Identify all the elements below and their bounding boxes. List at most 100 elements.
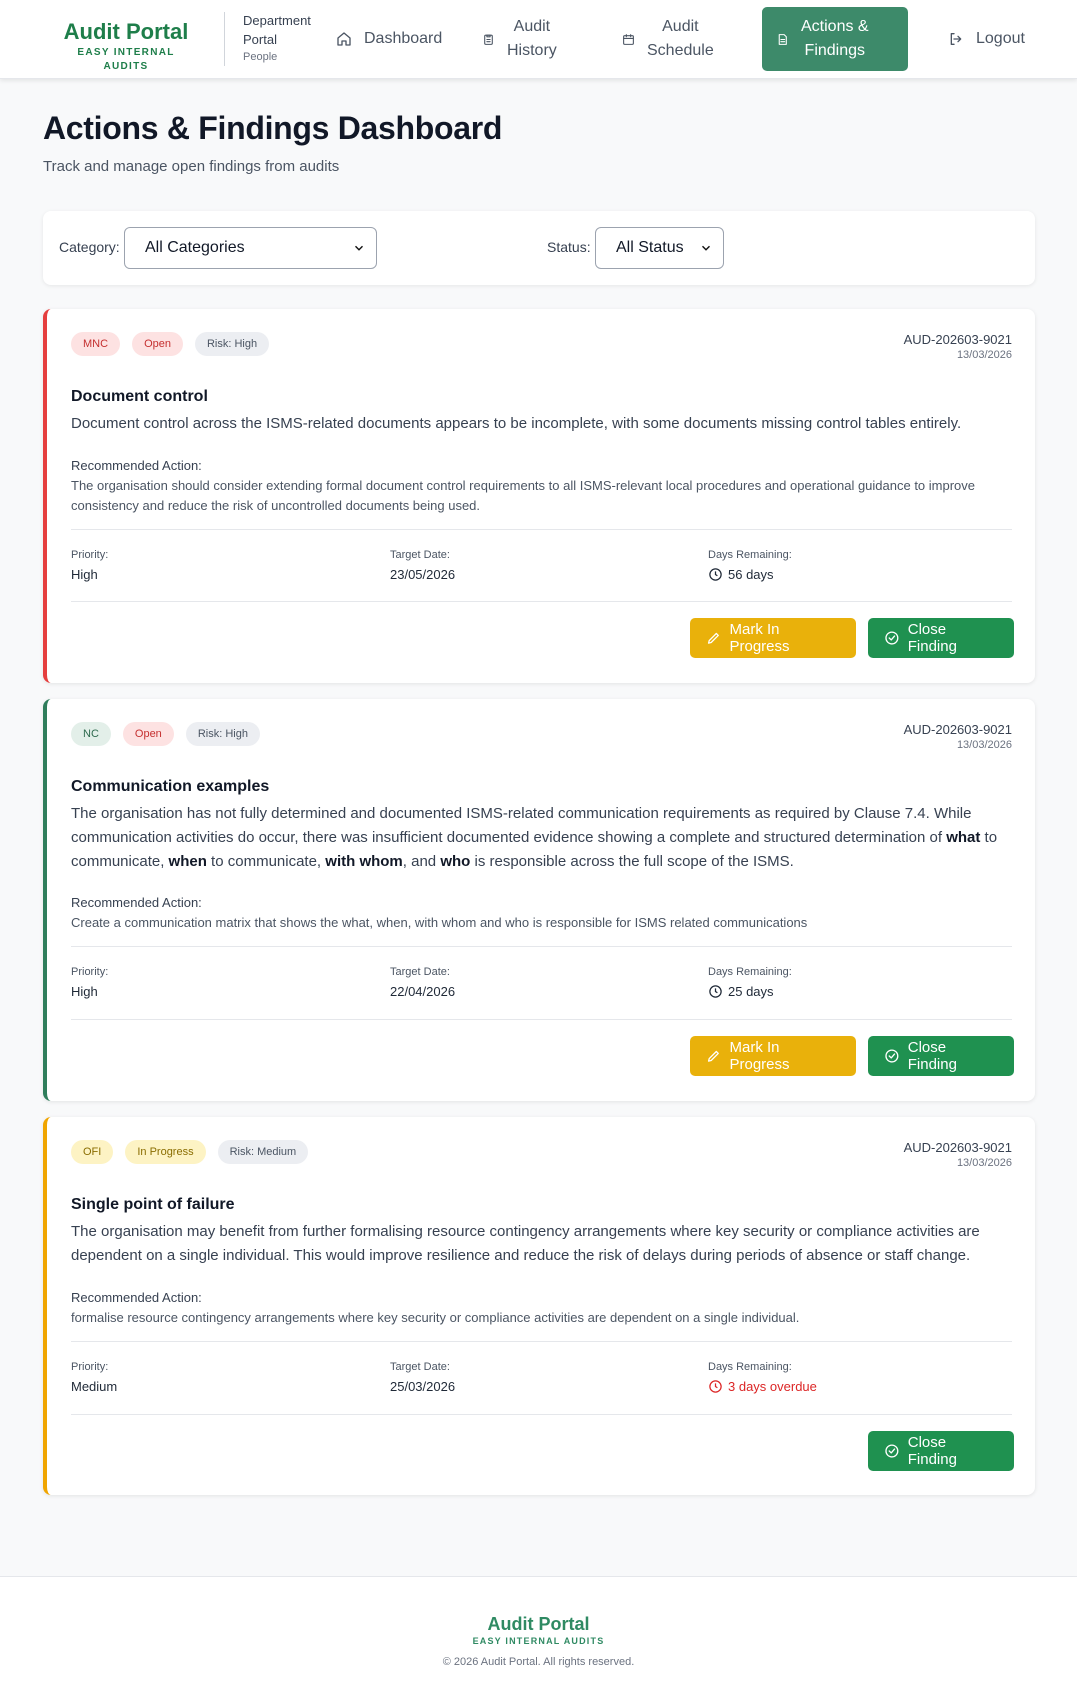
days-remaining-text: 3 days overdue: [728, 1379, 817, 1394]
check-circle-icon: [885, 1444, 899, 1458]
close-finding-button[interactable]: Close Finding: [868, 618, 1014, 658]
logout-icon: [950, 33, 962, 45]
recommended-action-label: Recommended Action:: [71, 458, 202, 473]
days-remaining-value: 56 days: [708, 567, 774, 582]
finding-badges: NC Open Risk: High: [71, 722, 260, 746]
days-remaining-label: Days Remaining:: [708, 966, 792, 978]
audit-date: 13/03/2026: [956, 349, 1012, 361]
finding-status-badge: Open: [122, 722, 174, 746]
target-date-value-text: 23/05/2026: [390, 567, 456, 582]
audit-id: AUD-202603-9021: [903, 332, 1012, 347]
category-select-value: All Categories: [145, 239, 245, 256]
check-circle-icon: [885, 1049, 899, 1063]
finding-type-badge: MNC: [71, 332, 121, 356]
home-icon: [337, 32, 351, 46]
audit-id: AUD-202603-9021: [903, 1140, 1012, 1155]
target-date-label: Target Date:: [390, 966, 450, 978]
audit-date: 13/03/2026: [956, 1157, 1012, 1169]
nav-audit-history[interactable]: Audit History: [482, 7, 557, 71]
nav-actions-findings-line-1: Actions &: [801, 18, 869, 35]
priority-value: High: [71, 567, 98, 582]
status-filter-label: Status:: [547, 239, 591, 255]
pencil-icon: [707, 632, 719, 644]
mark-in-progress-button[interactable]: Mark In Progress: [690, 618, 856, 658]
card-divider: [71, 1341, 1012, 1342]
finding-description: Document control across the ISMS-related…: [71, 415, 962, 432]
days-remaining-label: Days Remaining:: [708, 1361, 792, 1373]
target-date-value-text: 22/04/2026: [390, 984, 456, 999]
logo-tagline: EASY INTERNAL AUDITS: [77, 47, 175, 72]
finding-badges: MNC Open Risk: High: [71, 332, 270, 356]
finding-card: NC Open Risk: High AUD-202603-9021 13/03…: [43, 699, 1035, 1101]
nav-dashboard[interactable]: Dashboard: [336, 7, 442, 71]
priority-value-text: Medium: [71, 1379, 118, 1394]
audit-reference: AUD-202603-9021 13/03/2026: [904, 331, 1012, 363]
card-divider: [71, 529, 1012, 530]
filter-bar: Category: All Categories Status: All Sta…: [43, 211, 1035, 285]
priority-value-text: High: [71, 567, 98, 582]
nav-audit-history-label: Audit History: [507, 15, 557, 63]
department-name: People: [243, 51, 278, 63]
nav-audit-schedule-line-2: Schedule: [647, 42, 714, 59]
logo-title: Audit Portal: [63, 19, 189, 44]
priority-label: Priority:: [71, 549, 109, 561]
nav-logout[interactable]: Logout: [948, 7, 1025, 71]
finding-risk-badge: Risk: High: [194, 332, 270, 356]
department-line-1: Department: [243, 13, 311, 28]
target-date-value: 23/05/2026: [390, 567, 455, 582]
description-emphasis: with whom: [325, 853, 403, 870]
clipboard-icon: [484, 34, 493, 45]
close-finding-button[interactable]: Close Finding: [868, 1431, 1014, 1471]
finding-title: Single point of failure: [71, 1196, 235, 1213]
footer-logo: Audit Portal EASY INTERNAL AUDITS: [0, 1614, 1077, 1647]
calendar-icon: [623, 33, 634, 45]
target-date-label: Target Date:: [390, 549, 450, 561]
finding-status-badge: In Progress: [125, 1140, 206, 1164]
close-finding-label: Close Finding: [907, 1434, 957, 1468]
recommended-action-text: The organisation should consider extendi…: [71, 478, 976, 513]
close-finding-label: Close Finding: [907, 621, 957, 655]
nav-dashboard-label: Dashboard: [364, 30, 443, 47]
footer-copyright: © 2026 Audit Portal. All rights reserved…: [442, 1656, 635, 1668]
status-select-value: All Status: [616, 239, 684, 256]
page-title: Actions & Findings Dashboard: [43, 110, 503, 146]
finding-description: The organisation may benefit from furthe…: [71, 1223, 980, 1264]
nav-audit-schedule[interactable]: Audit Schedule: [622, 7, 714, 71]
priority-label: Priority:: [71, 1361, 109, 1373]
footer: Audit Portal EASY INTERNAL AUDITS © 2026…: [0, 1576, 1077, 1693]
finding-risk-badge: Risk: High: [185, 722, 260, 746]
days-remaining-text: 56 days: [728, 567, 774, 582]
status-select[interactable]: All Status: [595, 227, 724, 269]
clock-icon: [709, 1380, 722, 1393]
nav-actions-findings-label: Actions & Findings: [801, 15, 869, 63]
category-select[interactable]: All Categories: [124, 227, 377, 269]
footer-logo-title: Audit Portal: [487, 1614, 590, 1634]
description-emphasis: when: [168, 853, 207, 870]
header-divider: [224, 12, 225, 66]
mark-in-progress-button[interactable]: Mark In Progress: [690, 1036, 856, 1076]
nav-actions-findings[interactable]: Actions & Findings: [762, 7, 908, 71]
finding-risk-badge: Risk: Medium: [217, 1140, 309, 1164]
finding-badges: OFI In Progress Risk: Medium: [71, 1140, 309, 1164]
recommended-action-text: formalise resource contingency arrangeme…: [71, 1310, 800, 1325]
nav-audit-history-line-2: History: [507, 42, 557, 59]
finding-title: Communication examples: [71, 778, 270, 795]
nav-audit-schedule-line-1: Audit: [662, 18, 699, 35]
logo[interactable]: Audit Portal EASY INTERNAL AUDITS: [57, 20, 195, 74]
target-date-value-text: 25/03/2026: [390, 1379, 456, 1394]
mark-in-progress-label: Mark In Progress: [729, 1039, 790, 1073]
card-divider: [71, 946, 1012, 947]
chevron-down-icon: [355, 245, 363, 251]
description-emphasis: what: [946, 829, 981, 846]
clock-icon: [709, 568, 722, 581]
nav-audit-history-line-1: Audit: [513, 18, 551, 35]
close-finding-button[interactable]: Close Finding: [868, 1036, 1014, 1076]
priority-label: Priority:: [71, 966, 109, 978]
close-finding-label: Close Finding: [907, 1039, 957, 1073]
page-subtitle: Track and manage open findings from audi…: [43, 158, 340, 175]
chevron-down-icon: [702, 245, 710, 251]
mark-in-progress-label: Mark In Progress: [729, 621, 790, 655]
days-remaining-label: Days Remaining:: [708, 549, 792, 561]
recommended-action-text: Create a communication matrix that shows…: [71, 915, 808, 930]
target-date-label: Target Date:: [390, 1361, 450, 1373]
